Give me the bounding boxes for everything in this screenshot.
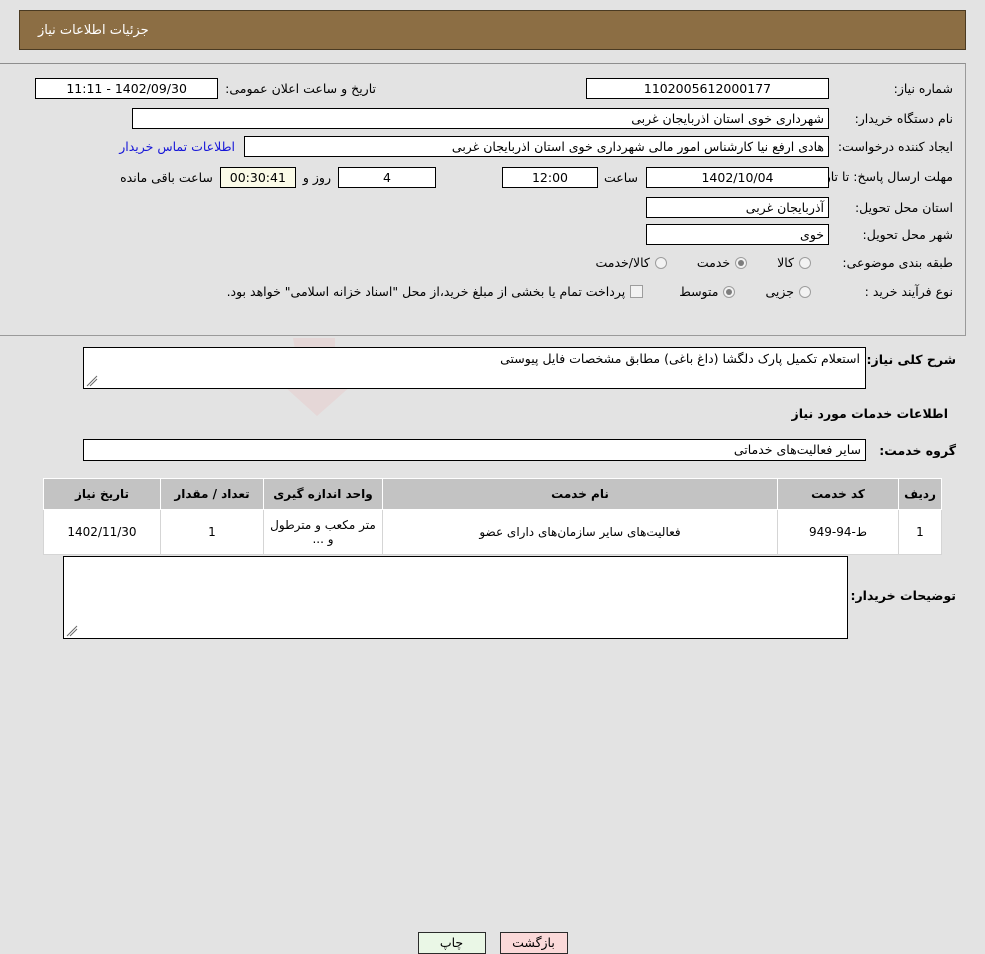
remaining-days-value: 4 — [337, 166, 436, 188]
cell-name: فعالیت‌های سایر سازمان‌های دارای عضو — [382, 509, 778, 555]
process-radio-jozei[interactable] — [799, 285, 811, 298]
category-option-kala[interactable]: کالا — [777, 255, 811, 270]
treasury-bond-option[interactable]: پرداخت تمام یا بخشی از مبلغ خرید،از محل … — [227, 284, 644, 299]
col-name: نام خدمت — [382, 478, 778, 510]
category-label: طبقه بندی موضوعی: — [842, 255, 953, 270]
col-unit: واحد اندازه گیری — [263, 478, 383, 510]
process-option-motavaset[interactable]: متوسط — [679, 284, 736, 299]
category-option-khedmat-label: خدمت — [696, 255, 731, 270]
col-quantity: تعداد / مقدار — [160, 478, 264, 510]
need-number-label: شماره نیاز: — [893, 80, 953, 96]
category-radio-khedmat[interactable] — [735, 256, 748, 269]
treasury-bond-checkbox[interactable] — [630, 285, 644, 298]
col-code: کد خدمت — [777, 478, 899, 510]
services-section-title: اطلاعات خدمات مورد نیاز — [791, 406, 949, 421]
general-need-label: شرح کلی نیاز: — [866, 352, 956, 367]
cell-code: ط-94-949 — [777, 509, 899, 555]
cell-need-date: 1402/11/30 — [43, 509, 161, 555]
table-row: 1 ط-94-949 فعالیت‌های سایر سازمان‌های دا… — [43, 509, 942, 555]
process-radio-motavaset[interactable] — [723, 285, 736, 298]
resize-grip-icon[interactable] — [66, 625, 78, 637]
buyer-org-value: شهرداری خوی استان اذربایجان غربی — [132, 107, 829, 129]
requester-label: ایجاد کننده درخواست: — [837, 138, 953, 154]
city-label: شهر محل تحویل: — [862, 227, 953, 242]
remaining-days-unit: روز و — [302, 169, 331, 185]
page-title: جزئیات اطلاعات نیاز — [38, 22, 149, 38]
province-value: آذربایجان غربی — [646, 197, 829, 218]
category-option-kala-label: کالا — [777, 255, 794, 270]
resize-grip-icon[interactable] — [86, 375, 98, 387]
items-table-wrapper: ردیف کد خدمت نام خدمت واحد اندازه گیری ت… — [43, 478, 942, 555]
items-table: ردیف کد خدمت نام خدمت واحد اندازه گیری ت… — [43, 478, 942, 555]
city-value: خوی — [646, 224, 829, 245]
category-radio-kala[interactable] — [799, 256, 811, 269]
process-option-motavaset-label: متوسط — [679, 284, 719, 299]
category-option-khedmat[interactable]: خدمت — [696, 255, 748, 270]
need-summary-panel: شماره نیاز: 1102005612000177 تاریخ و ساع… — [0, 63, 966, 336]
treasury-bond-label: پرداخت تمام یا بخشی از مبلغ خرید،از محل … — [226, 284, 626, 299]
deadline-hour-label: ساعت — [603, 169, 638, 185]
print-button[interactable]: چاپ — [417, 932, 486, 954]
process-option-jozei-label: جزیی — [765, 284, 794, 299]
action-buttons: بازگشت چاپ — [0, 932, 985, 954]
col-need-date: تاریخ نیاز — [43, 478, 161, 510]
need-description-section: شرح کلی نیاز: استعلام تکمیل پارک دلگشا (… — [19, 347, 966, 461]
service-group-label: گروه خدمت: — [879, 442, 956, 458]
service-group-value: سایر فعالیت‌های خدماتی — [83, 439, 866, 461]
back-button[interactable]: بازگشت — [499, 932, 568, 954]
category-radio-kala-khedmat[interactable] — [654, 256, 667, 269]
category-option-kala-khedmat-label: کالا/خدمت — [595, 255, 650, 270]
deadline-label: مهلت ارسال پاسخ: تا تاریخ: — [809, 170, 953, 184]
need-number-value: 1102005612000177 — [586, 77, 829, 99]
cell-quantity: 1 — [160, 509, 264, 555]
process-label: نوع فرآیند خرید : — [864, 284, 953, 299]
remaining-time-value: 00:30:41 — [219, 166, 296, 188]
col-index: ردیف — [898, 478, 942, 510]
page-header-bar: جزئیات اطلاعات نیاز — [19, 10, 966, 50]
announce-datetime-label: تاریخ و ساعت اعلان عمومی: — [225, 80, 376, 96]
buyer-notes-label: توضیحات خریدار: — [850, 588, 956, 603]
buyer-contact-link[interactable]: اطلاعات تماس خریدار — [119, 139, 235, 154]
process-option-jozei[interactable]: جزیی — [765, 284, 811, 299]
general-need-textarea[interactable]: استعلام تکمیل پارک دلگشا (داغ باغی) مطاب… — [83, 347, 866, 389]
requester-value: هادی ارفع نیا کارشناس امور مالی شهرداری … — [244, 135, 829, 157]
buyer-notes-textarea[interactable] — [63, 556, 848, 639]
category-option-kala-khedmat[interactable]: کالا/خدمت — [595, 255, 667, 270]
announce-datetime-value: 1402/09/30 - 11:11 — [35, 77, 219, 99]
deadline-date-value: 1402/10/04 — [646, 166, 829, 188]
province-label: استان محل تحویل: — [854, 200, 953, 215]
deadline-label-text: مهلت ارسال پاسخ: تا تاریخ: — [808, 169, 953, 184]
cell-index: 1 — [898, 509, 942, 555]
cell-unit: متر مکعب و مترطول و ... — [263, 509, 383, 555]
general-need-value: استعلام تکمیل پارک دلگشا (داغ باغی) مطاب… — [500, 351, 860, 366]
items-table-header-row: ردیف کد خدمت نام خدمت واحد اندازه گیری ت… — [43, 478, 942, 510]
remaining-time-unit: ساعت باقی مانده — [120, 169, 213, 185]
buyer-notes-section: توضیحات خریدار: — [19, 556, 966, 639]
buyer-org-label: نام دستگاه خریدار: — [854, 110, 953, 126]
deadline-hour-value: 12:00 — [501, 166, 598, 188]
